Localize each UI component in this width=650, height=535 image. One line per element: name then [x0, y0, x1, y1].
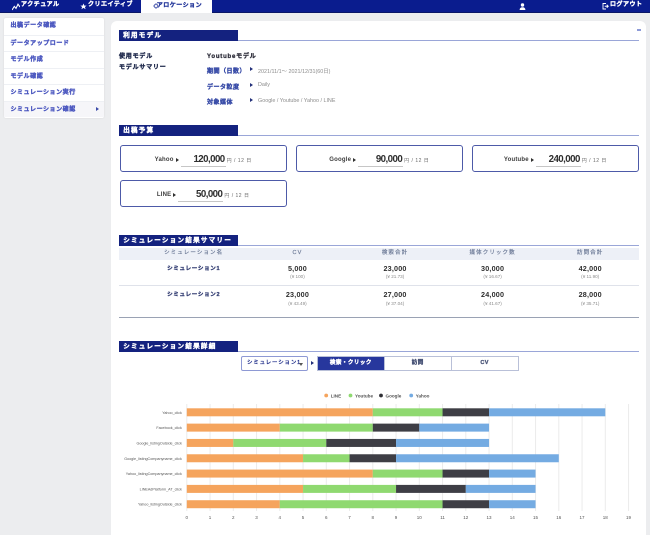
- svg-text:11: 11: [440, 515, 445, 520]
- svg-text:Youtube: Youtube: [355, 393, 373, 398]
- svg-text:2: 2: [232, 515, 235, 520]
- svg-text:1: 1: [209, 515, 212, 520]
- svg-text:Yahoo: Yahoo: [416, 393, 430, 398]
- svg-text:0: 0: [186, 515, 189, 520]
- svg-text:14: 14: [510, 515, 516, 520]
- svg-text:Google: Google: [386, 393, 402, 398]
- svg-text:LINE: LINE: [331, 393, 341, 398]
- svg-text:LINEAdPlatform_AT_click: LINEAdPlatform_AT_click: [140, 487, 182, 491]
- svg-text:7: 7: [348, 515, 351, 520]
- svg-text:4: 4: [279, 515, 282, 520]
- svg-text:8: 8: [372, 515, 375, 520]
- svg-text:15: 15: [533, 515, 539, 520]
- svg-text:6: 6: [325, 515, 328, 520]
- svg-text:Yahoo_listingOutside_click: Yahoo_listingOutside_click: [138, 503, 182, 507]
- svg-text:16: 16: [556, 515, 562, 520]
- svg-text:Yahoo_click: Yahoo_click: [162, 411, 182, 415]
- svg-text:5: 5: [302, 515, 305, 520]
- svg-text:13: 13: [487, 515, 493, 520]
- svg-text:Google_listingOutside_click: Google_listingOutside_click: [136, 441, 181, 445]
- svg-text:9: 9: [395, 515, 398, 520]
- svg-text:10: 10: [417, 515, 423, 520]
- svg-text:12: 12: [463, 515, 469, 520]
- svg-text:Yahoo_listingCompanyname_click: Yahoo_listingCompanyname_click: [126, 472, 182, 476]
- svg-text:17: 17: [580, 515, 586, 520]
- svg-text:Facebook_click: Facebook_click: [156, 426, 182, 430]
- svg-text:18: 18: [603, 515, 609, 520]
- svg-text:19: 19: [626, 515, 632, 520]
- svg-text:Google_listingCompanyname_clic: Google_listingCompanyname_click: [124, 457, 182, 461]
- svg-text:3: 3: [255, 515, 258, 520]
